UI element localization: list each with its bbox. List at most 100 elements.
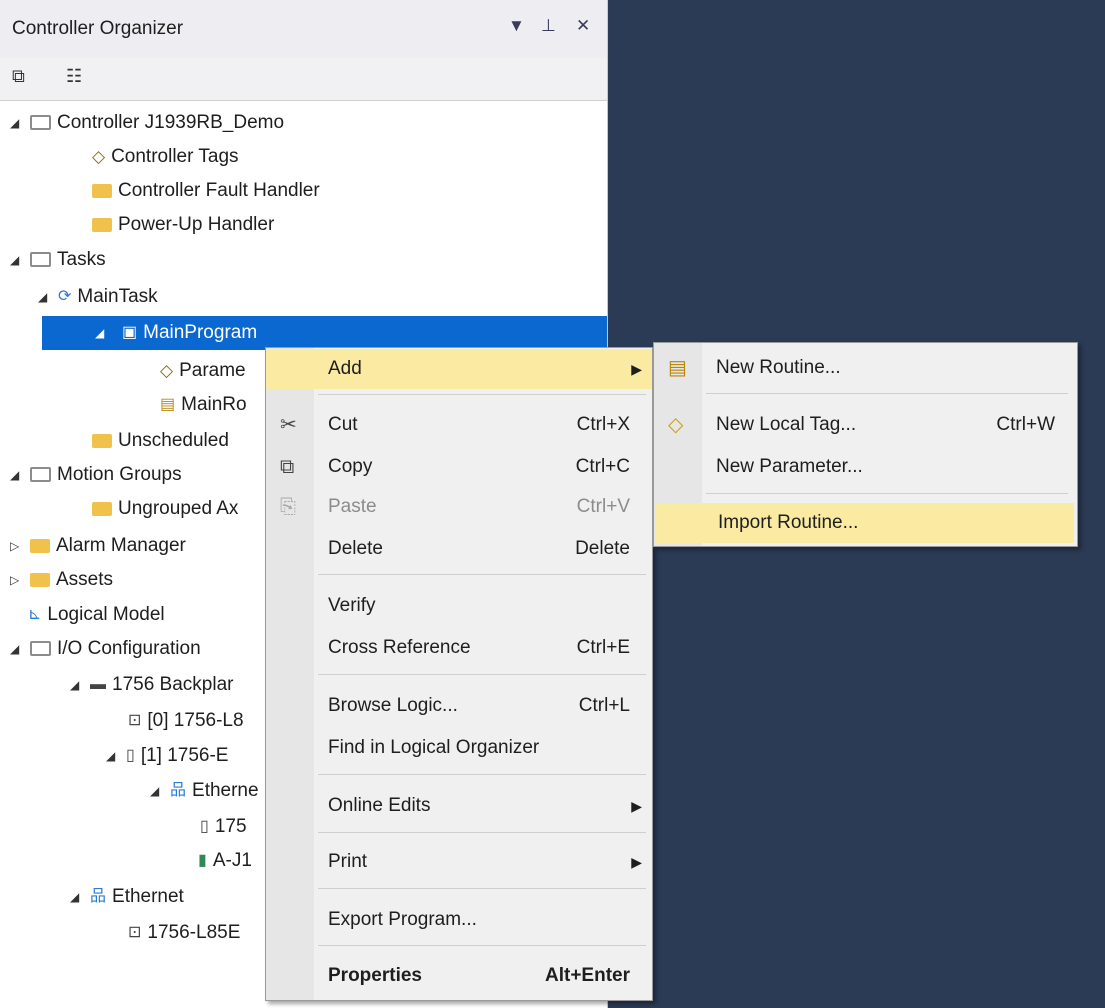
collapse-arrow-icon[interactable]: ▷ (10, 563, 19, 597)
backplane-icon: ▬ (90, 676, 106, 693)
menu-item-new-routine[interactable]: ▤ New Routine... (654, 348, 1077, 388)
menu-separator (318, 832, 646, 833)
menu-shortcut: Delete (575, 538, 630, 559)
tree-item-eth-controller[interactable]: ⊡ 1756-L85E (128, 916, 240, 950)
menu-item-find-logical-organizer[interactable]: Find in Logical Organizer (266, 728, 652, 768)
expand-arrow-icon[interactable]: ◢ (70, 668, 79, 702)
tree-label: Alarm Manager (56, 535, 186, 556)
menu-label: Copy (328, 456, 373, 477)
tag-icon: ◇ (668, 414, 684, 436)
dropdown-icon[interactable]: ▼ (508, 16, 525, 36)
folder-open-icon (30, 467, 51, 483)
menu-item-cut[interactable]: ✂ Cut Ctrl+X (266, 405, 652, 445)
network-icon: 品 (90, 888, 107, 905)
tree-label: Etherne (192, 780, 259, 802)
continuous-task-icon: ⟳ (58, 288, 72, 305)
tree-label: Assets (56, 569, 114, 590)
tree-item-unscheduled[interactable]: Unscheduled (92, 424, 229, 458)
tree-item-eth-device2[interactable]: ▮ A-J1 (198, 844, 252, 878)
folder-open-icon (30, 252, 51, 268)
expand-arrow-icon[interactable]: ◢ (150, 774, 159, 808)
tree-label: MainTask (77, 286, 158, 308)
module-icon: ▯ (200, 818, 209, 835)
menu-item-browse-logic[interactable]: Browse Logic... Ctrl+L (266, 686, 652, 726)
collapse-all-icon[interactable]: ⧉ (12, 66, 25, 87)
expand-arrow-icon[interactable]: ◢ (10, 243, 19, 277)
tree-item-slot0[interactable]: ⊡ [0] 1756-L8 (128, 704, 244, 738)
menu-item-paste[interactable]: ⎘ Paste Ctrl+V (266, 487, 652, 527)
routine-icon: ▤ (160, 396, 176, 413)
menu-item-online-edits[interactable]: Online Edits ▶ (266, 786, 652, 826)
menu-label: Properties (328, 965, 422, 986)
properties-view-icon[interactable]: ☷ (66, 66, 82, 87)
menu-item-copy[interactable]: ⧉ Copy Ctrl+C (266, 447, 652, 487)
menu-item-print[interactable]: Print ▶ (266, 842, 652, 882)
menu-separator (318, 674, 646, 675)
tree-item-fault-handler[interactable]: Controller Fault Handler (92, 174, 320, 208)
tree-label: Controller Fault Handler (118, 180, 320, 201)
tree-item-ungrouped[interactable]: Ungrouped Ax (92, 492, 238, 526)
menu-shortcut: Ctrl+C (575, 456, 630, 477)
paste-icon: ⎘ (280, 496, 296, 518)
expand-arrow-icon[interactable]: ◢ (38, 280, 47, 314)
tree-item-controller-tags[interactable]: ◇ Controller Tags (92, 140, 239, 174)
menu-shortcut: Alt+Enter (545, 965, 630, 986)
menu-item-new-parameter[interactable]: New Parameter... (654, 447, 1077, 487)
tree-item-backplane[interactable]: ◢ ▬ 1756 Backplar (70, 668, 234, 702)
tree-label: MainProgram (143, 322, 258, 344)
tree-item-slot1[interactable]: ◢ ▯ [1] 1756-E (106, 739, 228, 773)
tree-label: Motion Groups (57, 464, 182, 485)
tree-label: 175 (214, 816, 247, 838)
expand-arrow-icon[interactable]: ◢ (10, 458, 19, 492)
collapse-arrow-icon[interactable]: ▷ (10, 529, 19, 563)
menu-item-export-program[interactable]: Export Program... (266, 900, 652, 940)
copy-icon: ⧉ (280, 456, 295, 478)
tree-item-tasks[interactable]: ◢ Tasks (10, 243, 106, 277)
tree-item-alarm-manager[interactable]: ▷ Alarm Manager (10, 529, 186, 563)
tree-label: Power-Up Handler (118, 214, 275, 235)
pin-icon[interactable]: ⊥ (541, 16, 556, 36)
menu-item-add[interactable]: Add ▶ (266, 349, 652, 389)
expand-arrow-icon[interactable]: ◢ (10, 106, 19, 140)
menu-item-verify[interactable]: Verify (266, 586, 652, 626)
tree-item-motion-groups[interactable]: ◢ Motion Groups (10, 458, 182, 492)
expand-arrow-icon[interactable]: ◢ (106, 739, 115, 773)
tree-item-assets[interactable]: ▷ Assets (10, 563, 114, 597)
menu-item-new-local-tag[interactable]: ◇ New Local Tag... Ctrl+W (654, 405, 1077, 445)
add-submenu: ▤ New Routine... ◇ New Local Tag... Ctrl… (653, 342, 1078, 547)
controller-module-icon: ⊡ (128, 712, 142, 729)
menu-item-cross-reference[interactable]: Cross Reference Ctrl+E (266, 628, 652, 668)
menu-label: New Local Tag... (716, 414, 857, 435)
tree-item-controller[interactable]: ◢ Controller J1939RB_Demo (10, 106, 284, 140)
panel-title: Controller Organizer (12, 18, 184, 39)
close-icon[interactable]: ✕ (576, 16, 590, 36)
tree-label: I/O Configuration (57, 638, 201, 659)
tree-label: Ungrouped Ax (118, 498, 239, 519)
tree-item-parameters[interactable]: ◇ Parame (160, 354, 246, 388)
network-icon: 品 (170, 782, 187, 799)
tree-item-mainprogram[interactable]: ◢ ▣ MainProgram (42, 316, 607, 350)
tree-item-ethernet[interactable]: ◢ 品 Ethernet (70, 880, 184, 914)
menu-label: Browse Logic... (328, 695, 458, 716)
menu-item-properties[interactable]: Properties Alt+Enter (266, 956, 652, 996)
menu-item-import-routine[interactable]: Import Routine... (656, 503, 1074, 543)
submenu-arrow-icon: ▶ (631, 361, 642, 377)
menu-label: Delete (328, 538, 383, 559)
expand-arrow-icon[interactable]: ◢ (70, 880, 79, 914)
expand-arrow-icon[interactable]: ◢ (95, 316, 104, 350)
menu-separator (318, 574, 646, 575)
expand-arrow-icon[interactable]: ◢ (10, 632, 19, 666)
tree-item-ethernet-sub[interactable]: ◢ 品 Etherne (150, 774, 259, 808)
program-icon: ▣ (122, 324, 138, 341)
tree-item-maintask[interactable]: ◢ ⟳ MainTask (38, 280, 158, 314)
tree-label: 1756 Backplar (112, 674, 234, 696)
tree-item-powerup-handler[interactable]: Power-Up Handler (92, 208, 274, 242)
tree-item-eth-device1[interactable]: ▯ 175 (200, 810, 247, 844)
menu-shortcut: Ctrl+W (996, 414, 1055, 435)
menu-item-delete[interactable]: Delete Delete (266, 529, 652, 569)
menu-label: New Parameter... (716, 456, 863, 477)
new-routine-icon: ▤ (668, 357, 687, 379)
tree-item-logical-model[interactable]: ⊾ Logical Model (28, 598, 165, 632)
tree-item-mainroutine[interactable]: ▤ MainRo (160, 388, 247, 422)
tree-item-io-configuration[interactable]: ◢ I/O Configuration (10, 632, 201, 666)
